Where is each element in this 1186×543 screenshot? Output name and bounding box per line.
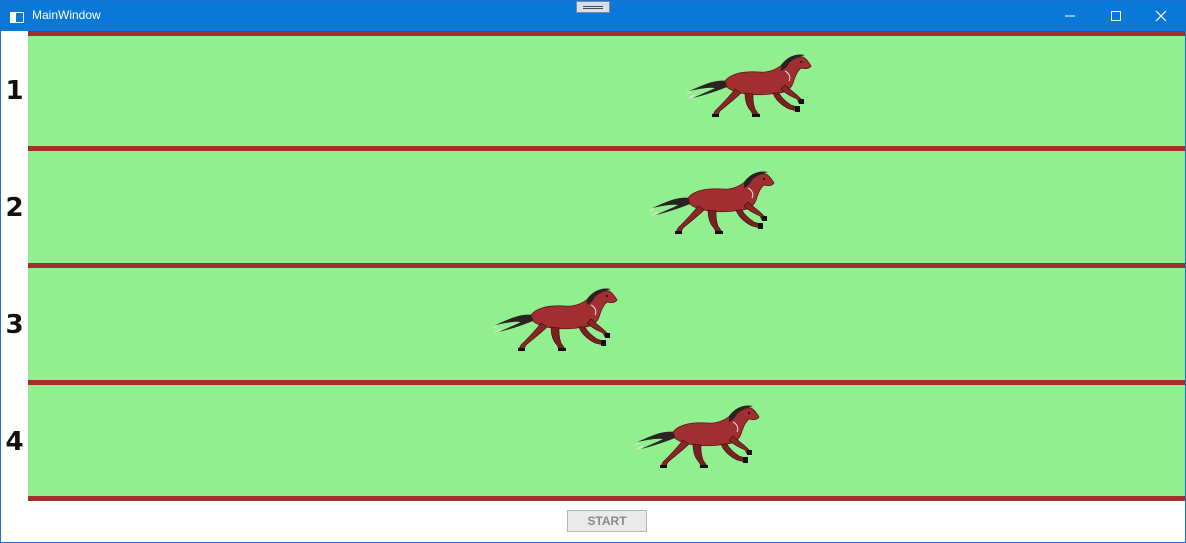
app-icon [10, 10, 24, 23]
maximize-button[interactable] [1094, 1, 1140, 31]
lane-2-number: 2 [5, 193, 24, 223]
lane-3-number: 3 [5, 310, 24, 340]
minimize-button[interactable] [1048, 1, 1094, 31]
lane-4-number: 4 [5, 427, 24, 457]
horse-4-icon [634, 404, 760, 469]
track-rail [28, 496, 1185, 501]
lane-1-number: 1 [5, 76, 24, 106]
close-button[interactable] [1139, 1, 1185, 31]
maximize-icon [1111, 11, 1121, 21]
title-bar[interactable]: MainWindow [1, 1, 1185, 31]
lane-1-track [28, 36, 1185, 146]
horse-3-icon [492, 287, 618, 352]
minimize-icon [1065, 15, 1075, 17]
close-icon [1155, 10, 1167, 22]
lane-4-track [28, 385, 1185, 496]
horse-2-icon [649, 170, 775, 235]
lane-2-track [28, 151, 1185, 263]
window-title: MainWindow [32, 8, 101, 22]
main-window: MainWindow 1 2 3 4 START [0, 0, 1186, 543]
start-button[interactable]: START [567, 510, 647, 532]
horse-1-icon [686, 53, 812, 118]
drag-handle[interactable] [576, 1, 610, 13]
